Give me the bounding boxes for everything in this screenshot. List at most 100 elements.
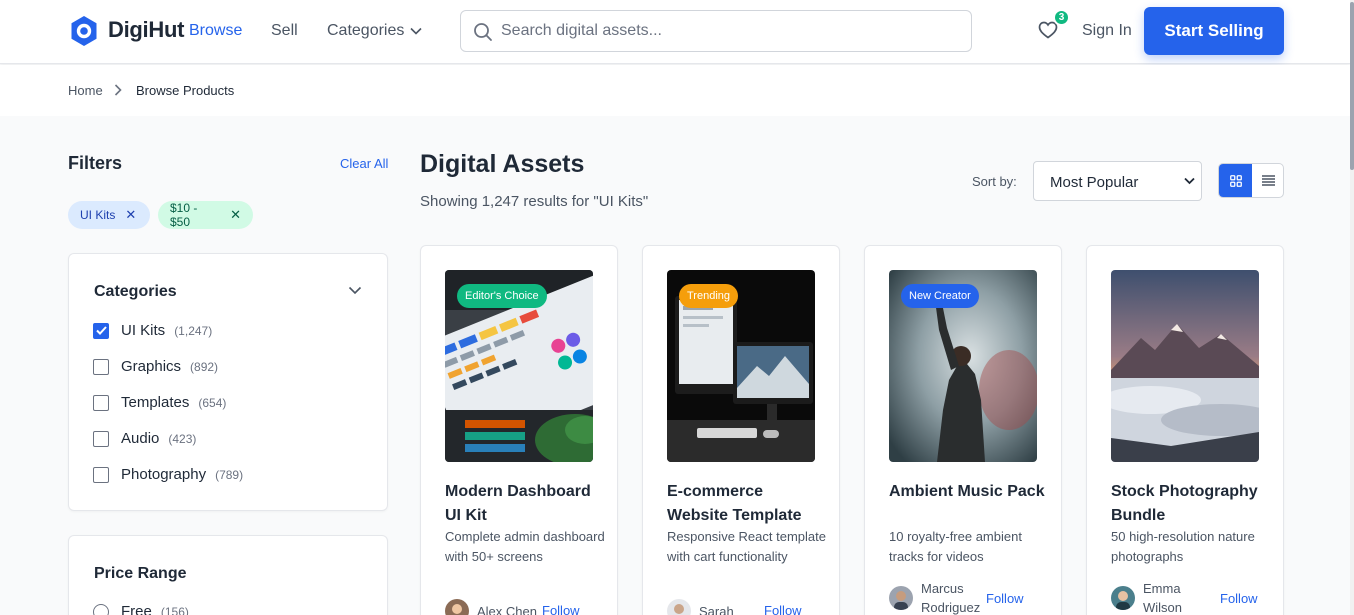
author-name[interactable]: Alex Chen — [477, 602, 547, 615]
author-name[interactable]: Emma Wilson — [1143, 579, 1213, 615]
category-count: (892) — [190, 359, 219, 374]
breadcrumb-current: Browse Products — [136, 83, 235, 98]
follow-button[interactable]: Follow — [986, 591, 1024, 606]
chevron-down-icon — [1184, 177, 1195, 185]
product-author: Emma Wilson — [1111, 579, 1213, 615]
category-count: (1,247) — [174, 323, 213, 338]
price-panel-title[interactable]: Price Range — [94, 565, 186, 583]
sort-select[interactable]: Most Popular — [1033, 161, 1202, 201]
checkmark-icon — [95, 326, 107, 335]
product-title[interactable]: Stock Photography Bundle — [1111, 480, 1271, 528]
product-badge: New Creator — [901, 284, 979, 308]
grid-view-button[interactable] — [1219, 164, 1252, 197]
category-label: Audio — [121, 430, 160, 447]
category-label: UI Kits — [121, 322, 166, 339]
wishlist-count-badge: 3 — [1053, 9, 1070, 26]
avatar[interactable] — [667, 599, 691, 615]
category-option-graphics[interactable]: Graphics (892) — [93, 358, 218, 375]
radio-button[interactable] — [93, 603, 109, 615]
category-option-photography[interactable]: Photography (789) — [93, 466, 243, 483]
avatar[interactable] — [445, 599, 469, 615]
close-icon[interactable]: ✕ — [230, 207, 241, 223]
categories-panel-title[interactable]: Categories — [94, 283, 177, 301]
author-name[interactable]: Marcus Rodriguez — [921, 579, 991, 615]
chevron-down-icon — [410, 27, 422, 35]
avatar[interactable] — [889, 586, 913, 610]
list-view-button[interactable] — [1252, 164, 1283, 197]
category-count: (789) — [215, 467, 244, 482]
product-card[interactable]: New Creator Ambient Music Pack 10 royalt… — [864, 245, 1062, 615]
categories-filter-panel: Categories UI Kits (1,247) Graphics (892… — [68, 253, 388, 511]
close-icon[interactable]: ✕ — [125, 207, 136, 223]
filter-chip-ui-kits: UI Kits ✕ — [68, 201, 150, 229]
brand-name[interactable]: DigiHut — [108, 17, 184, 43]
product-image[interactable]: Editor's Choice — [445, 270, 593, 462]
checkbox[interactable] — [93, 358, 109, 375]
nav-categories-label: Categories — [327, 22, 405, 39]
sort-selected-value: Most Popular — [1050, 174, 1139, 191]
product-card[interactable]: Editor's Choice Modern Dashboard UI Kit … — [420, 245, 618, 615]
view-toggle — [1218, 163, 1284, 198]
chip-label: $10 - $50 — [170, 201, 198, 229]
product-image-illustration — [1111, 270, 1259, 462]
product-card[interactable]: Trending E-commerce Website Template Res… — [642, 245, 840, 615]
price-option-free[interactable]: Free (156) — [93, 603, 189, 615]
top-navbar: DigiHut Browse Sell Categories 3 Sign In… — [0, 0, 1350, 64]
page-scrollbar[interactable] — [1350, 0, 1354, 615]
scrollbar-thumb[interactable] — [1350, 2, 1354, 170]
category-option-templates[interactable]: Templates (654) — [93, 394, 226, 411]
nav-browse-link[interactable]: Browse — [189, 22, 242, 40]
category-count: (423) — [168, 431, 197, 446]
list-icon — [1261, 175, 1275, 186]
nav-categories-dropdown[interactable]: Categories — [327, 22, 422, 40]
breadcrumb-home-link[interactable]: Home — [68, 83, 103, 98]
avatar[interactable] — [1111, 586, 1135, 610]
product-title[interactable]: Modern Dashboard UI Kit — [445, 480, 605, 528]
product-author: Alex Chen — [445, 599, 547, 615]
nav-sell-link[interactable]: Sell — [271, 22, 298, 40]
product-description: 50 high-resolution nature photographs — [1111, 529, 1255, 564]
page-title: Digital Assets — [420, 150, 585, 178]
price-range-filter-panel: Price Range Free (156) — [68, 535, 388, 615]
product-card[interactable]: Stock Photography Bundle 50 high-resolut… — [1086, 245, 1284, 615]
chevron-down-icon[interactable] — [348, 286, 362, 295]
product-image[interactable]: New Creator — [889, 270, 1037, 462]
category-option-audio[interactable]: Audio (423) — [93, 430, 196, 447]
follow-button[interactable]: Follow — [764, 603, 802, 615]
chevron-right-icon — [114, 84, 122, 96]
search-bar[interactable] — [460, 10, 972, 52]
checkbox-checked[interactable] — [93, 322, 109, 339]
product-image[interactable] — [1111, 270, 1259, 462]
product-author: Sarah — [667, 599, 769, 615]
clear-all-link[interactable]: Clear All — [340, 156, 388, 171]
category-label: Photography — [121, 466, 207, 483]
results-count-text: Showing 1,247 results for "UI Kits" — [420, 193, 649, 210]
checkbox[interactable] — [93, 430, 109, 447]
filter-chip-price: $10 - $50 ✕ — [158, 201, 253, 229]
category-label: Templates — [121, 394, 190, 411]
search-input[interactable] — [501, 11, 961, 51]
chip-label: UI Kits — [80, 208, 116, 222]
follow-button[interactable]: Follow — [542, 603, 580, 615]
grid-icon — [1229, 174, 1242, 187]
product-image[interactable]: Trending — [667, 270, 815, 462]
product-title[interactable]: Ambient Music Pack — [889, 480, 1049, 504]
sign-in-link[interactable]: Sign In — [1082, 22, 1132, 40]
category-option-ui-kits[interactable]: UI Kits (1,247) — [93, 322, 212, 339]
search-icon — [474, 23, 492, 41]
follow-button[interactable]: Follow — [1220, 591, 1258, 606]
checkbox[interactable] — [93, 394, 109, 411]
product-description: Responsive React template with cart func… — [667, 529, 826, 564]
product-description: 10 royalty-free ambient tracks for video… — [889, 529, 1022, 564]
sort-label: Sort by: — [972, 174, 1017, 189]
hexagon-logo-icon[interactable] — [70, 15, 98, 47]
product-title[interactable]: E-commerce Website Template — [667, 480, 827, 528]
price-option-label: Free — [121, 603, 152, 615]
category-label: Graphics — [121, 358, 182, 375]
category-count: (654) — [198, 395, 227, 410]
product-badge: Trending — [679, 284, 739, 308]
author-name[interactable]: Sarah — [699, 602, 769, 615]
start-selling-button[interactable]: Start Selling — [1144, 7, 1284, 55]
checkbox[interactable] — [93, 466, 109, 483]
product-description: Complete admin dashboard with 50+ screen… — [445, 529, 605, 564]
